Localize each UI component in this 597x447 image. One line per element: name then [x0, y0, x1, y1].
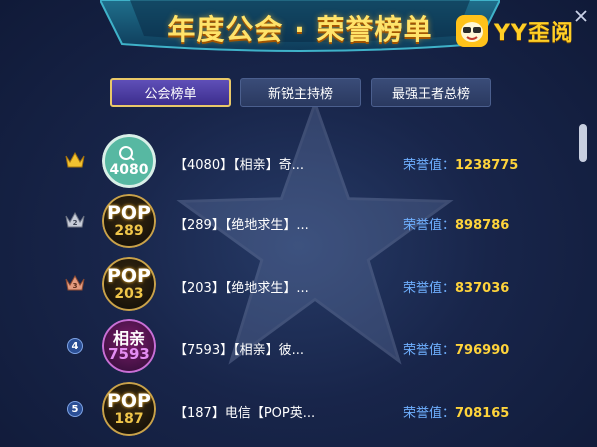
close-icon[interactable]	[573, 8, 589, 24]
guild-name[interactable]: 【7593】【相亲】彼...	[174, 339, 304, 358]
score-label: 荣誉值：	[403, 158, 456, 173]
avatar[interactable]: POP 289	[102, 194, 156, 248]
score: 荣誉值：898786	[403, 214, 509, 233]
scrollbar[interactable]	[579, 120, 587, 440]
tab-bar: 公会榜单 新锐主持榜 最强王者总榜	[0, 78, 597, 108]
page-title: 年度公会 · 荣誉榜单	[167, 13, 433, 46]
ranking-row[interactable]: 2 POP 289 【289】【绝地求生】... 荣誉值：898786	[0, 188, 575, 250]
tab-new-host-ranking[interactable]: 新锐主持榜	[240, 78, 361, 107]
logo-text: YY歪阅	[494, 21, 574, 46]
tab-guild-ranking[interactable]: 公会榜单	[110, 78, 231, 107]
avatar-number: 203	[114, 286, 144, 302]
guild-name[interactable]: 【203】【绝地求生】...	[174, 277, 309, 296]
header: 年度公会 · 荣誉榜单 YY歪阅	[0, 0, 597, 58]
scrollbar-thumb[interactable]	[579, 124, 587, 162]
avatar-label: POP	[106, 390, 151, 412]
score-value: 898786	[455, 218, 510, 233]
avatar-label: POP	[106, 202, 151, 224]
avatar[interactable]: POP 187	[102, 382, 156, 436]
score-value: 837036	[455, 281, 510, 296]
guild-name[interactable]: 【187】电信【POP英...	[174, 402, 315, 421]
score: 荣誉值：837036	[403, 277, 509, 296]
score: 荣誉值：1238775	[403, 154, 518, 173]
score: 荣誉值：796990	[403, 339, 509, 358]
avatar[interactable]: 4080	[102, 134, 156, 188]
qq-music-icon	[119, 146, 135, 161]
ranking-row[interactable]: 4080 【4080】【相亲】奇... 荣誉值：1238775	[0, 128, 575, 190]
bronze-crown-icon: 3	[65, 274, 85, 291]
avatar-number: 4080	[109, 162, 149, 178]
yy-logo: YY歪阅	[456, 14, 574, 48]
guild-name[interactable]: 【289】【绝地求生】...	[174, 214, 309, 233]
logo-face-icon	[456, 15, 488, 47]
avatar-number: 187	[114, 411, 144, 427]
avatar[interactable]: 相亲 7593	[102, 319, 156, 373]
score-value: 708165	[455, 406, 510, 421]
svg-text:3: 3	[73, 282, 78, 290]
ranking-row[interactable]: 4 相亲 7593 【7593】【相亲】彼... 荣誉值：796990	[0, 313, 575, 375]
score-label: 荣誉值：	[403, 281, 456, 296]
score-label: 荣誉值：	[403, 343, 456, 358]
tab-strongest-king-ranking[interactable]: 最强王者总榜	[371, 78, 491, 107]
score: 荣誉值：708165	[403, 402, 509, 421]
ranking-row[interactable]: 3 POP 203 【203】【绝地求生】... 荣誉值：837036	[0, 251, 575, 313]
svg-text:2: 2	[73, 219, 78, 227]
score-value: 1238775	[455, 158, 519, 173]
score-label: 荣誉值：	[403, 406, 456, 421]
avatar-number: 7593	[108, 344, 150, 363]
gold-crown-icon	[65, 151, 85, 168]
ranking-row[interactable]: 5 POP 187 【187】电信【POP英... 荣誉值：708165	[0, 376, 575, 438]
guild-name[interactable]: 【4080】【相亲】奇...	[174, 154, 304, 173]
avatar-number: 289	[114, 223, 144, 239]
avatar-label: POP	[106, 265, 151, 287]
score-label: 荣誉值：	[403, 218, 456, 233]
rank-number: 5	[67, 401, 83, 417]
score-value: 796990	[455, 343, 510, 358]
rank-number: 4	[67, 338, 83, 354]
silver-crown-icon: 2	[65, 211, 85, 228]
avatar[interactable]: POP 203	[102, 257, 156, 311]
